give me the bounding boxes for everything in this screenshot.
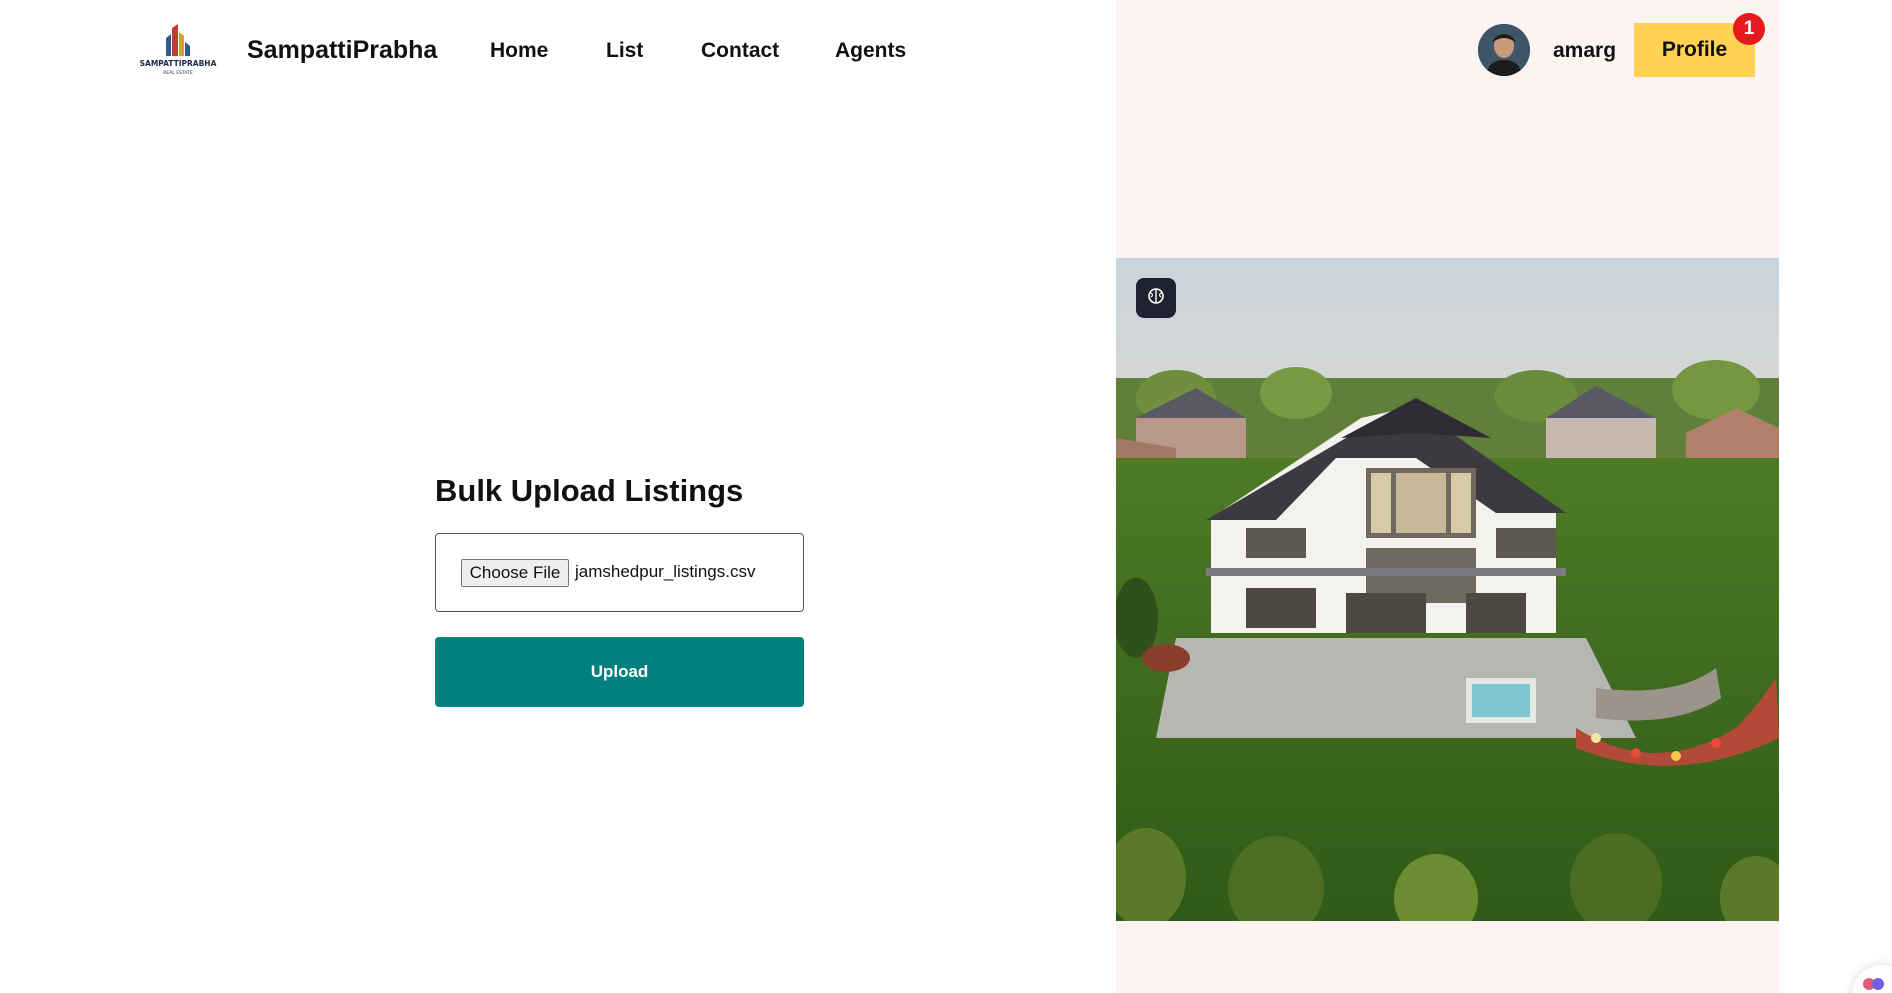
- upload-button[interactable]: Upload: [435, 637, 804, 707]
- page-title: Bulk Upload Listings: [435, 473, 744, 508]
- brand-name[interactable]: SampattiPrabha: [247, 36, 437, 65]
- avatar[interactable]: [1478, 24, 1530, 76]
- file-input[interactable]: Choose File jamshedpur_listings.csv: [435, 533, 804, 612]
- nav-contact[interactable]: Contact: [701, 39, 779, 63]
- chat-widget-button[interactable]: [1852, 965, 1892, 993]
- chat-widget-icon: [1862, 975, 1886, 993]
- brain-icon: [1147, 287, 1165, 310]
- nav-agents[interactable]: Agents: [835, 39, 906, 63]
- selected-file-name: jamshedpur_listings.csv: [575, 562, 756, 581]
- brand-logo[interactable]: SAMPATTIPRABHA REAL ESTATE: [138, 22, 218, 78]
- svg-text:REAL ESTATE: REAL ESTATE: [163, 70, 193, 76]
- username[interactable]: amarg: [1553, 39, 1616, 63]
- house-image: [1116, 258, 1779, 921]
- ai-assist-button[interactable]: [1136, 278, 1176, 318]
- svg-text:SAMPATTIPRABHA: SAMPATTIPRABHA: [140, 59, 217, 68]
- choose-file-button[interactable]: Choose File: [461, 559, 569, 587]
- nav-list[interactable]: List: [606, 39, 643, 63]
- nav-home[interactable]: Home: [490, 39, 548, 63]
- notification-badge: 1: [1733, 13, 1765, 45]
